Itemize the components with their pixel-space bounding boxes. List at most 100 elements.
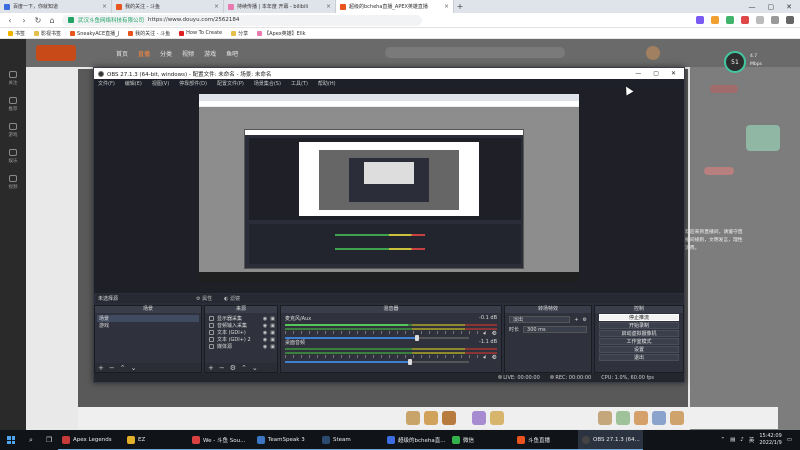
taskbar-app[interactable]: Apex Legends (58, 430, 123, 450)
menu-docks[interactable]: 停靠部件(D) (179, 80, 207, 87)
search-icon[interactable]: ⌕ (22, 436, 40, 445)
gear-icon[interactable]: ⚙ (230, 364, 236, 372)
minimize-button[interactable]: — (635, 70, 641, 77)
lock-icon[interactable]: ▣ (270, 344, 275, 350)
menu-tools[interactable]: 工具(T) (291, 80, 308, 87)
gift-icon[interactable] (652, 411, 666, 425)
notification-icon[interactable]: ▭ (787, 437, 792, 443)
minimize-button[interactable]: — (749, 3, 756, 11)
game-icon[interactable] (711, 16, 719, 24)
menu-profile[interactable]: 配置文件(P) (217, 80, 244, 87)
source-item[interactable]: 文本 (GDI+) 2 ◉ ▣ (207, 336, 275, 343)
taskbar-app[interactable]: TeamSpeak 3 (253, 430, 318, 450)
up-icon[interactable]: ⌃ (120, 364, 126, 372)
language-indicator[interactable]: 英 (749, 436, 755, 444)
lock-icon[interactable]: ▣ (270, 323, 275, 329)
gift-icon[interactable] (442, 411, 456, 425)
menu-help[interactable]: 帮助(H) (318, 80, 336, 87)
nav-home[interactable]: 首页 (116, 49, 128, 58)
remove-icon[interactable]: − (219, 364, 225, 372)
sidebar-item-entertainment[interactable]: 娱乐 (0, 143, 26, 169)
gift-icon[interactable] (598, 411, 612, 425)
network-icon[interactable]: ▤ (730, 437, 735, 443)
clock[interactable]: 15:42:09 2022/1/9 (759, 433, 781, 447)
eye-icon[interactable]: ◉ (263, 337, 267, 343)
lock-icon[interactable]: ▣ (270, 316, 275, 322)
close-window-button[interactable]: ✕ (671, 70, 676, 77)
menu-icon[interactable] (786, 16, 794, 24)
extension-icon[interactable] (741, 16, 749, 24)
nav-category[interactable]: 分类 (160, 49, 172, 58)
close-icon[interactable]: × (326, 3, 331, 10)
maximize-button[interactable]: ▢ (768, 3, 775, 11)
menu-edit[interactable]: 编辑(E) (125, 80, 142, 87)
extension-icon[interactable] (726, 16, 734, 24)
forward-icon[interactable]: › (20, 16, 28, 25)
gift-icon[interactable] (634, 411, 648, 425)
scene-item[interactable]: 游戏 (97, 322, 199, 329)
source-item[interactable]: 文本 (GDI+) ◉ ▣ (207, 329, 275, 336)
maximize-button[interactable]: ▢ (653, 70, 659, 77)
obs-titlebar[interactable]: OBS 27.1.3 (64-bit, windows) - 配置文件: 未命名… (94, 68, 684, 79)
slider-handle[interactable] (408, 359, 413, 365)
bookmark-item[interactable]: 影视书签 (34, 30, 61, 37)
duration-input[interactable]: 300 ms (523, 326, 587, 333)
remove-icon[interactable]: − (109, 364, 115, 372)
lock-icon[interactable]: ▣ (270, 330, 275, 336)
sidebar-item-recommend[interactable]: 推荐 (0, 91, 26, 117)
start-button[interactable] (0, 436, 22, 444)
browser-tab[interactable]: 百度一下，你就知道 × (0, 0, 112, 13)
add-icon[interactable]: + (574, 317, 578, 323)
sidebar-item-video[interactable]: 视频 (0, 169, 26, 195)
task-view-icon[interactable]: ❐ (40, 436, 58, 444)
sidebar-item-follow[interactable]: 关注 (0, 65, 26, 91)
properties-button[interactable]: ⚙ 属性 (196, 295, 212, 302)
bookmark-item[interactable]: 【Apex英雄】Ellk (257, 30, 306, 37)
taskbar-app[interactable]: Steam (318, 430, 383, 450)
volume-icon[interactable]: ♪ (740, 437, 744, 443)
taskbar-app[interactable]: 斗鱼直播 (513, 430, 578, 450)
nav-game[interactable]: 游戏 (204, 49, 216, 58)
url-field[interactable]: 武汉斗鱼网络科技有限公司 https://www.douyu.com/25621… (62, 14, 422, 26)
down-icon[interactable]: ⌄ (252, 364, 258, 372)
studio-mode-button[interactable]: 工作室模式 (599, 338, 679, 345)
gear-icon[interactable]: ⚙ (583, 317, 587, 323)
eye-icon[interactable]: ◉ (263, 344, 267, 350)
down-icon[interactable]: ⌄ (131, 364, 137, 372)
sidebar-item-game[interactable]: 游戏 (0, 117, 26, 143)
source-item[interactable]: 媒体源 ◉ ▣ (207, 343, 275, 350)
douyu-search-input[interactable] (385, 47, 565, 58)
stop-streaming-button[interactable]: 停止推流 (599, 314, 679, 321)
taskbar-app[interactable]: We - 斗鱼 Sou... (188, 430, 253, 450)
new-tab-button[interactable]: + (454, 2, 466, 11)
star-icon[interactable] (756, 16, 764, 24)
gift-icon[interactable] (424, 411, 438, 425)
avatar[interactable] (646, 46, 660, 60)
gift-icon[interactable] (670, 411, 684, 425)
douyu-logo[interactable] (36, 45, 76, 61)
menu-file[interactable]: 文件(F) (98, 80, 115, 87)
reload-icon[interactable]: ↻ (34, 16, 42, 25)
eye-icon[interactable]: ◉ (263, 316, 267, 322)
gear-icon[interactable]: ⚙ (492, 330, 497, 337)
bookmark-item[interactable]: 分享 (231, 30, 248, 37)
extension-icon[interactable] (696, 16, 704, 24)
filters-button[interactable]: ◐ 滤镜 (224, 295, 240, 302)
virtual-camera-button[interactable]: 启动虚拟摄像机 (599, 330, 679, 337)
source-item[interactable]: 音频输入采集 ◉ ▣ (207, 322, 275, 329)
transition-select[interactable]: 淡出 (509, 316, 571, 323)
promo-button[interactable] (704, 167, 734, 175)
gear-icon[interactable]: ⚙ (492, 354, 497, 361)
browser-tab[interactable]: 我的关注 - 斗鱼 × (112, 0, 224, 13)
tray-overflow-icon[interactable]: ⌃ (720, 437, 725, 443)
close-window-button[interactable]: ✕ (786, 3, 792, 11)
bookmark-item[interactable]: 我的关注 - 斗鱼 (128, 30, 170, 37)
lock-icon[interactable]: ▣ (270, 337, 275, 343)
taskbar-app[interactable]: 微信 (448, 430, 513, 450)
bookmark-item[interactable]: SneakyACE直播_J (70, 30, 119, 37)
speaker-icon[interactable]: 🔈︎ (483, 354, 487, 362)
source-item[interactable]: 显示器采集 ◉ ▣ (207, 315, 275, 322)
back-icon[interactable]: ‹ (6, 16, 14, 25)
close-icon[interactable]: × (214, 3, 219, 10)
close-icon[interactable]: × (102, 3, 107, 10)
